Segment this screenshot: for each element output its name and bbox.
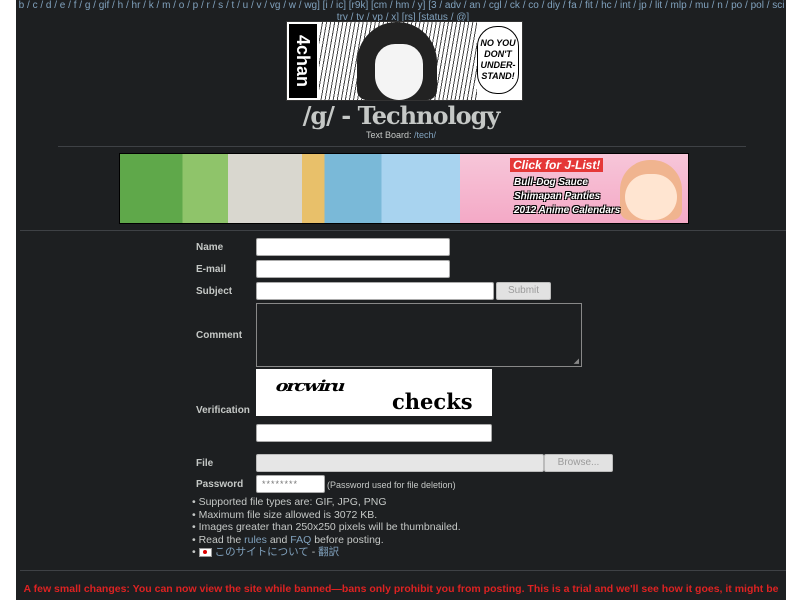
board-title: /g/ - Technology bbox=[302, 101, 501, 130]
rules-link[interactable]: rules bbox=[244, 534, 267, 546]
divider-top bbox=[58, 146, 746, 147]
password-label: Password bbox=[196, 479, 244, 490]
logo-character-face bbox=[375, 44, 423, 100]
name-input[interactable] bbox=[256, 238, 450, 256]
faq-link[interactable]: FAQ bbox=[290, 534, 311, 546]
logo-brand: 4chan bbox=[289, 24, 317, 98]
password-note: (Password used for file deletion) bbox=[327, 480, 456, 490]
verification-label: Verification bbox=[196, 405, 250, 416]
about-site-link[interactable]: このサイトについて bbox=[215, 546, 309, 558]
site-notice: A few small changes: You can now view th… bbox=[23, 583, 779, 595]
captcha-word-1: orcwiru bbox=[273, 377, 347, 395]
rule-item: • Supported file types are: GIF, JPG, PN… bbox=[192, 496, 387, 508]
logo-speech-bubble: NO YOU DON'T UNDER-STAND! bbox=[477, 26, 519, 94]
password-value: ******** bbox=[262, 479, 299, 489]
rule-item: • Maximum file size allowed is 3072 KB. bbox=[192, 508, 378, 521]
file-label: File bbox=[196, 458, 214, 469]
banner-products: Bull-Dog Sauce Shimapan Panties 2012 Ani… bbox=[514, 176, 624, 218]
file-path-input[interactable] bbox=[256, 454, 544, 472]
comment-textarea[interactable]: ◢ bbox=[256, 303, 582, 367]
board-nav-line-1[interactable]: [a / b / c / d / e / f / g / gif / h / h… bbox=[16, 0, 786, 12]
divider-form-top bbox=[20, 230, 786, 231]
banner-product-2: Shimapan Panties bbox=[514, 191, 601, 202]
banner-character-face bbox=[625, 174, 677, 220]
browse-button[interactable]: Browse... bbox=[544, 454, 613, 472]
email-label: E-mail bbox=[196, 264, 227, 275]
submit-button[interactable]: Submit bbox=[496, 282, 551, 300]
posting-rules: • Supported file types are: GIF, JPG, PN… bbox=[192, 496, 461, 559]
text-board-link[interactable]: /tech/ bbox=[414, 130, 436, 140]
captcha-input[interactable] bbox=[256, 424, 492, 442]
board-subtitle: Text Board: /tech/ bbox=[16, 130, 786, 140]
banner-product-3: 2012 Anime Calendars bbox=[514, 205, 621, 216]
advertisement-banner[interactable]: Click for J-List! Bull-Dog Sauce Shimapa… bbox=[119, 153, 689, 224]
subject-label: Subject bbox=[196, 286, 233, 297]
board-subtitle-prefix: Text Board: bbox=[365, 130, 414, 140]
rule-item: • Read the rules and FAQ before posting. bbox=[192, 533, 384, 546]
comment-label: Comment bbox=[196, 330, 243, 341]
japan-flag-icon bbox=[198, 547, 212, 557]
page: [a / b / c / d / e / f / g / gif / h / h… bbox=[16, 0, 786, 600]
banner-product-1: Bull-Dog Sauce bbox=[514, 177, 588, 188]
site-logo-banner: 4chan NO YOU DON'T UNDER-STAND! bbox=[286, 21, 523, 101]
email-input[interactable] bbox=[256, 260, 450, 278]
captcha-word-2: checks bbox=[392, 389, 473, 414]
banner-cta[interactable]: Click for J-List! bbox=[510, 158, 604, 172]
rule-item: • Images greater than 250x250 pixels wil… bbox=[192, 521, 461, 533]
resize-grip-icon[interactable]: ◢ bbox=[574, 357, 579, 365]
translate-link[interactable]: 翻訳 bbox=[318, 546, 339, 558]
subject-input[interactable] bbox=[256, 282, 494, 300]
captcha-image: orcwiru checks bbox=[256, 369, 492, 416]
name-label: Name bbox=[196, 242, 224, 253]
rule-item: • このサイトについて - 翻訳 bbox=[192, 546, 340, 558]
divider-bottom bbox=[20, 570, 786, 571]
